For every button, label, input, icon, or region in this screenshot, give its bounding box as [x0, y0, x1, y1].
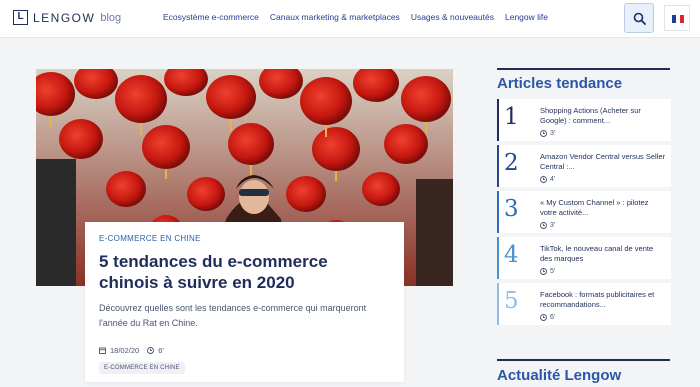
sidebar-divider	[497, 68, 670, 70]
article-category[interactable]: E-COMMERCE EN CHINE	[99, 234, 390, 243]
site-header: L LENGOW blog Ecosystème e-commerce Cana…	[0, 0, 700, 38]
trending-item-time: 3'	[540, 130, 555, 137]
trending-item[interactable]: 2 Amazon Vendor Central versus Seller Ce…	[497, 145, 671, 187]
lengow-blog-logo[interactable]: L LENGOW blog	[13, 10, 121, 25]
article-date: 18/02/20	[110, 346, 140, 355]
clock-icon	[147, 347, 155, 354]
read-time: 5'	[550, 268, 556, 275]
nav-item-ecosysteme[interactable]: Ecosystème e-commerce	[163, 12, 259, 22]
trending-item-title[interactable]: TikTok, le nouveau canal de vente des ma…	[540, 244, 666, 264]
clock-icon	[540, 176, 547, 183]
trending-item[interactable]: 4 TikTok, le nouveau canal de vente des …	[497, 237, 671, 279]
clock-icon	[540, 314, 547, 321]
article-tag[interactable]: E-COMMERCE EN CHINE	[99, 362, 185, 374]
rank-number: 4	[504, 242, 519, 268]
clock-icon	[540, 268, 547, 275]
article-read-time: 6'	[158, 346, 164, 355]
rank-number: 5	[504, 288, 519, 314]
clock-icon	[540, 130, 547, 137]
rank-number: 1	[504, 104, 519, 130]
lengow-news-heading: Actualité Lengow	[497, 367, 622, 384]
trending-item[interactable]: 5 Facebook : formats publicitaires et re…	[497, 283, 671, 325]
french-flag-icon	[672, 15, 684, 23]
trending-item[interactable]: 1 Shopping Actions (Acheter sur Google) …	[497, 99, 671, 141]
trending-item-title[interactable]: Amazon Vendor Central versus Seller Cent…	[540, 152, 666, 172]
read-time: 3'	[550, 130, 556, 137]
rank-bar	[497, 99, 499, 141]
logo-blog-label: blog	[100, 11, 122, 24]
trending-item-time: 6'	[540, 314, 555, 321]
sidebar-divider	[497, 359, 670, 361]
logo-mark-icon: L	[13, 10, 28, 25]
rank-bar	[497, 145, 499, 187]
clock-icon	[540, 222, 547, 229]
main-nav: Ecosystème e-commerce Canaux marketing &…	[163, 12, 548, 22]
nav-item-usages[interactable]: Usages & nouveautés	[411, 12, 494, 22]
read-time: 3'	[550, 222, 556, 229]
rank-bar	[497, 283, 499, 325]
article-description: Découvrez quelles sont les tendances e-c…	[99, 303, 367, 328]
rank-number: 2	[504, 150, 519, 176]
search-button[interactable]	[624, 3, 654, 33]
rank-bar	[497, 191, 499, 233]
featured-article-card[interactable]: E-COMMERCE EN CHINE 5 tendances du e-com…	[85, 222, 404, 382]
trending-item-time: 4'	[540, 176, 555, 183]
trending-item-title[interactable]: Facebook : formats publicitaires et reco…	[540, 290, 666, 310]
read-time: 4'	[550, 176, 556, 183]
trending-item-time: 3'	[540, 222, 555, 229]
rank-bar	[497, 237, 499, 279]
trending-item[interactable]: 3 « My Custom Channel » : pilotez votre …	[497, 191, 671, 233]
nav-item-canaux[interactable]: Canaux marketing & marketplaces	[270, 12, 400, 22]
nav-item-lengow-life[interactable]: Lengow life	[505, 12, 548, 22]
read-time: 6'	[550, 314, 556, 321]
language-switcher[interactable]	[664, 5, 690, 31]
trending-item-title[interactable]: « My Custom Channel » : pilotez votre ac…	[540, 198, 666, 218]
trending-item-time: 5'	[540, 268, 555, 275]
article-meta: 18/02/20 6'	[99, 346, 390, 355]
rank-number: 3	[504, 196, 519, 222]
trending-articles-heading: Articles tendance	[497, 75, 623, 92]
trending-item-title[interactable]: Shopping Actions (Acheter sur Google) : …	[540, 106, 666, 126]
search-icon	[633, 12, 646, 25]
article-title[interactable]: 5 tendances du e-commerce chinois à suiv…	[99, 251, 390, 293]
logo-wordmark: LENGOW	[33, 10, 96, 25]
calendar-icon	[99, 347, 106, 354]
